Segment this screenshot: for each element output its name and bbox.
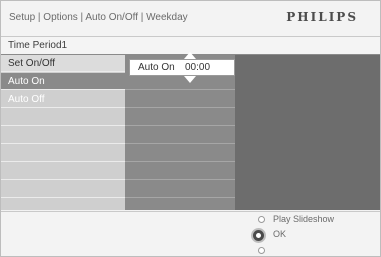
value-row xyxy=(125,127,235,144)
panel-title: Time Period1 xyxy=(8,40,68,51)
menu-item-label: Auto Off xyxy=(8,94,45,105)
value-row xyxy=(125,91,235,108)
value-row xyxy=(125,109,235,126)
nav-up-dot-icon xyxy=(258,216,265,223)
hint-ok: OK xyxy=(273,229,287,239)
auto-on-time-field[interactable]: Auto On 00:00 xyxy=(129,59,235,76)
value-row xyxy=(125,181,235,198)
menu-column: Set On/Off Auto On Auto Off xyxy=(1,55,125,210)
top-bar: Setup | Options | Auto On/Off | Weekday … xyxy=(1,1,380,37)
time-field-label: Auto On xyxy=(138,62,175,73)
arrow-up-icon[interactable] xyxy=(184,52,196,59)
menu-item-auto-on[interactable]: Auto On xyxy=(1,73,125,90)
empty-row xyxy=(1,181,125,198)
breadcrumb: Setup | Options | Auto On/Off | Weekday xyxy=(9,12,188,23)
value-row xyxy=(125,145,235,162)
navigation-dial-icon xyxy=(251,228,266,243)
empty-row xyxy=(1,145,125,162)
arrow-down-icon[interactable] xyxy=(184,76,196,83)
nav-down-dot-icon xyxy=(258,247,265,254)
brand-logo: PHILIPS xyxy=(286,10,358,24)
menu-item-set-on-off[interactable]: Set On/Off xyxy=(1,55,125,72)
menu-item-label: Set On/Off xyxy=(8,58,56,69)
value-column xyxy=(125,55,235,210)
empty-row xyxy=(1,127,125,144)
menu-item-label: Auto On xyxy=(8,76,45,87)
time-field-value: 00:00 xyxy=(185,62,211,73)
screen: Setup | Options | Auto On/Off | Weekday … xyxy=(0,0,381,257)
preview-area xyxy=(235,55,380,210)
empty-row xyxy=(1,109,125,126)
value-row xyxy=(125,163,235,180)
empty-row xyxy=(1,163,125,180)
button-hints: Play Slideshow OK xyxy=(1,211,380,256)
hint-play-slideshow: Play Slideshow xyxy=(273,214,335,224)
menu-item-auto-off[interactable]: Auto Off xyxy=(1,91,125,108)
